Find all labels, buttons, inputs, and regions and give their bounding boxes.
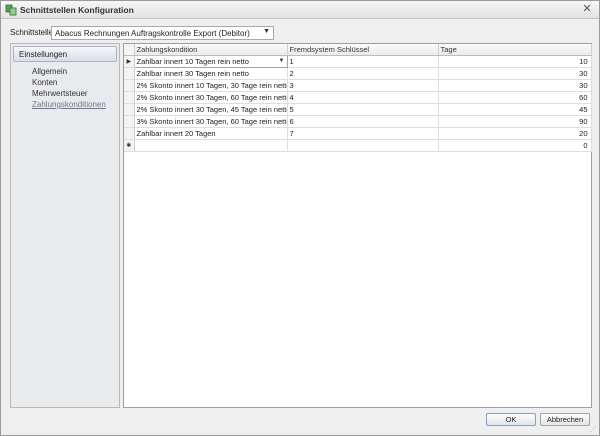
cell-condition[interactable]: 2% Skonto innert 30 Tagen, 45 Tage rein … <box>134 103 288 116</box>
interface-select-value: Abacus Rechnungen Auftragskontrolle Expo… <box>55 29 250 38</box>
cell-condition[interactable]: 2% Skonto innert 10 Tagen, 30 Tage rein … <box>134 79 288 92</box>
cell-days[interactable]: 20 <box>438 127 592 140</box>
close-icon[interactable]: ✕ <box>581 3 593 15</box>
new-cell-key[interactable] <box>287 139 439 152</box>
nav-item-konten[interactable]: Konten <box>32 78 57 87</box>
cell-days[interactable]: 30 <box>438 79 592 92</box>
table-row[interactable]: 2% Skonto innert 30 Tagen, 60 Tage rein … <box>124 91 592 104</box>
cell-condition[interactable]: 3% Skonto innert 30 Tagen, 60 Tage rein … <box>134 115 288 128</box>
new-cell-days[interactable]: 0 <box>438 139 592 152</box>
cell-days[interactable]: 30 <box>438 67 592 80</box>
nav-header-label: Einstellungen <box>19 50 68 59</box>
config-window: Schnittstellen Konfiguration ✕ Schnittst… <box>0 0 600 436</box>
table-row[interactable]: 2% Skonto innert 10 Tagen, 30 Tage rein … <box>124 79 592 92</box>
nav-header[interactable]: Einstellungen <box>13 46 117 62</box>
column-header-fremdsystem-schluessel[interactable]: Fremdsystem Schlüssel <box>287 44 439 56</box>
interface-select[interactable]: Abacus Rechnungen Auftragskontrolle Expo… <box>51 26 274 40</box>
row-indicator <box>124 127 135 140</box>
nav-item-zahlungskonditionen[interactable]: Zahlungskonditionen <box>32 100 106 109</box>
cell-days[interactable]: 60 <box>438 91 592 104</box>
row-indicator <box>124 67 135 80</box>
column-header-tage[interactable]: Tage <box>438 44 592 56</box>
cell-days[interactable]: 90 <box>438 115 592 128</box>
interface-label: Schnittstelle <box>10 28 54 37</box>
cell-days[interactable]: 10 <box>438 55 592 68</box>
nav-item-mehrwertsteuer[interactable]: Mehrwertsteuer <box>32 89 88 98</box>
cell-days[interactable]: 45 <box>438 103 592 116</box>
ok-button[interactable]: OK <box>486 413 536 426</box>
row-indicator <box>124 79 135 92</box>
table-row[interactable]: Zahlbar innert 30 Tagen rein netto 2 30 <box>124 67 592 80</box>
cell-condition[interactable]: 2% Skonto innert 30 Tagen, 60 Tage rein … <box>134 91 288 104</box>
new-row-indicator-icon: ✱ <box>124 139 135 152</box>
cell-key[interactable]: 2 <box>287 67 439 80</box>
app-icon <box>5 4 17 16</box>
new-cell-condition[interactable] <box>134 139 288 152</box>
column-header-zahlungskondition[interactable]: Zahlungskondition <box>134 44 288 56</box>
cell-key[interactable]: 5 <box>287 103 439 116</box>
row-indicator <box>124 91 135 104</box>
cell-condition[interactable]: Zahlbar innert 30 Tagen rein netto <box>134 67 288 80</box>
settings-nav-panel: Einstellungen Allgemein Konten Mehrwerts… <box>10 43 120 408</box>
chevron-down-icon[interactable]: ▼ <box>279 58 285 64</box>
table-row[interactable]: ▶ ▼ Zahlbar innert 10 Tagen rein netto 1 … <box>124 54 592 68</box>
row-indicator <box>124 115 135 128</box>
header-indicator <box>124 44 135 56</box>
cell-key[interactable]: 1 <box>287 55 439 68</box>
title-bar[interactable]: Schnittstellen Konfiguration ✕ <box>1 1 599 19</box>
table-row[interactable]: 2% Skonto innert 30 Tagen, 45 Tage rein … <box>124 103 592 116</box>
row-indicator <box>124 103 135 116</box>
resize-grip-icon[interactable]: ⋰ <box>590 426 598 434</box>
table-row[interactable]: 3% Skonto innert 30 Tagen, 60 Tage rein … <box>124 115 592 128</box>
window-title: Schnittstellen Konfiguration <box>20 5 134 15</box>
cell-key[interactable]: 3 <box>287 79 439 92</box>
table-row[interactable]: Zahlbar innert 20 Tagen 7 20 <box>124 127 592 140</box>
grid-table: Zahlungskondition Fremdsystem Schlüssel … <box>124 44 592 152</box>
cell-key[interactable]: 6 <box>287 115 439 128</box>
current-row-indicator-icon: ▶ <box>124 55 135 68</box>
new-row[interactable]: ✱ 0 <box>124 139 592 152</box>
nav-item-allgemein[interactable]: Allgemein <box>32 67 67 76</box>
grid-header-row: Zahlungskondition Fremdsystem Schlüssel … <box>124 44 592 56</box>
payment-conditions-grid[interactable]: Zahlungskondition Fremdsystem Schlüssel … <box>123 43 592 408</box>
cell-key[interactable]: 7 <box>287 127 439 140</box>
cell-condition[interactable]: Zahlbar innert 20 Tagen <box>134 127 288 140</box>
cancel-button[interactable]: Abbrechen <box>540 413 590 426</box>
cell-condition: Zahlbar innert 10 Tagen rein netto <box>136 56 249 66</box>
chevron-down-icon[interactable]: ▼ <box>263 28 270 35</box>
cell-condition-editor[interactable]: ▼ Zahlbar innert 10 Tagen rein netto <box>133 54 288 68</box>
cell-key[interactable]: 4 <box>287 91 439 104</box>
